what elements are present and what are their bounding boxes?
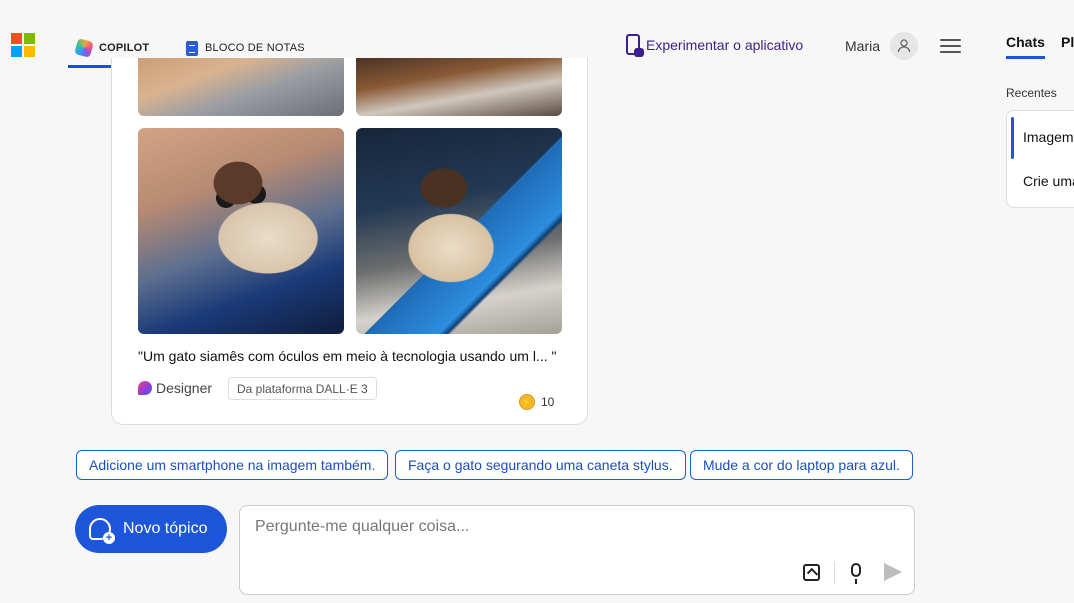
divider <box>834 562 835 584</box>
new-chat-icon <box>89 518 115 544</box>
tab-chats[interactable]: Chats <box>1006 34 1045 59</box>
phone-chat-icon <box>626 34 644 57</box>
image-result-card: "Um gato siamês com óculos em meio à tec… <box>111 58 588 425</box>
generated-image-1[interactable] <box>138 58 344 116</box>
generated-image-2[interactable] <box>356 58 562 116</box>
hamburger-menu-icon[interactable] <box>940 39 961 53</box>
designer-link[interactable]: Designer <box>138 380 212 396</box>
active-indicator <box>1011 117 1014 159</box>
dalle-badge: Da plataforma DALL·E 3 <box>228 377 377 400</box>
boost-coin-icon: ⚡ <box>519 394 535 410</box>
tab-copilot-label: COPILOT <box>99 41 150 54</box>
chat-input[interactable] <box>255 518 875 536</box>
logo-square-yellow <box>24 46 35 57</box>
tab-plugins[interactable]: Pl <box>1061 34 1074 50</box>
recent-chats-list: Imagem Crie uma <box>1006 110 1074 208</box>
suggestion-chip[interactable]: Mude a cor do laptop para azul. <box>690 450 913 480</box>
notebook-icon <box>186 40 198 56</box>
person-icon <box>897 39 911 53</box>
menu-line <box>940 51 961 53</box>
new-topic-label: Novo tópico <box>123 520 208 537</box>
recent-chat-item[interactable]: Imagem <box>1023 129 1074 145</box>
boost-count: 10 <box>541 395 555 409</box>
generated-image-4[interactable] <box>356 128 562 334</box>
designer-icon <box>138 381 152 395</box>
user-name: Maria <box>845 38 881 54</box>
image-prompt-caption: "Um gato siamês com óculos em meio à tec… <box>138 348 557 364</box>
try-app-label: Experimentar o aplicativo <box>646 36 804 53</box>
logo-square-red <box>11 33 22 44</box>
microsoft-logo[interactable] <box>11 33 35 57</box>
boost-counter: ⚡ 10 <box>519 394 554 410</box>
recent-heading: Recentes <box>1006 86 1057 100</box>
try-app-link[interactable]: Experimentar o aplicativo <box>626 34 804 57</box>
menu-line <box>940 45 961 47</box>
microphone-icon[interactable] <box>851 563 861 584</box>
new-topic-button[interactable]: Novo tópico <box>75 505 227 553</box>
logo-square-blue <box>11 46 22 57</box>
recent-chat-item[interactable]: Crie uma <box>1023 173 1074 189</box>
designer-label: Designer <box>156 380 213 396</box>
suggestion-chip[interactable]: Adicione um smartphone na imagem também. <box>76 450 389 480</box>
generated-image-3[interactable] <box>138 128 344 334</box>
logo-square-green <box>24 33 35 44</box>
suggestion-chip[interactable]: Faça o gato segurando uma caneta stylus. <box>395 450 686 480</box>
menu-line <box>940 39 961 41</box>
send-icon[interactable] <box>884 563 902 581</box>
image-search-icon[interactable] <box>803 564 820 581</box>
chat-input-box <box>239 505 915 595</box>
user-account[interactable]: Maria <box>845 32 919 60</box>
avatar[interactable] <box>890 32 919 60</box>
tab-notebook-label: BLOCO DE NOTAS <box>205 42 305 54</box>
copilot-icon <box>74 37 94 58</box>
